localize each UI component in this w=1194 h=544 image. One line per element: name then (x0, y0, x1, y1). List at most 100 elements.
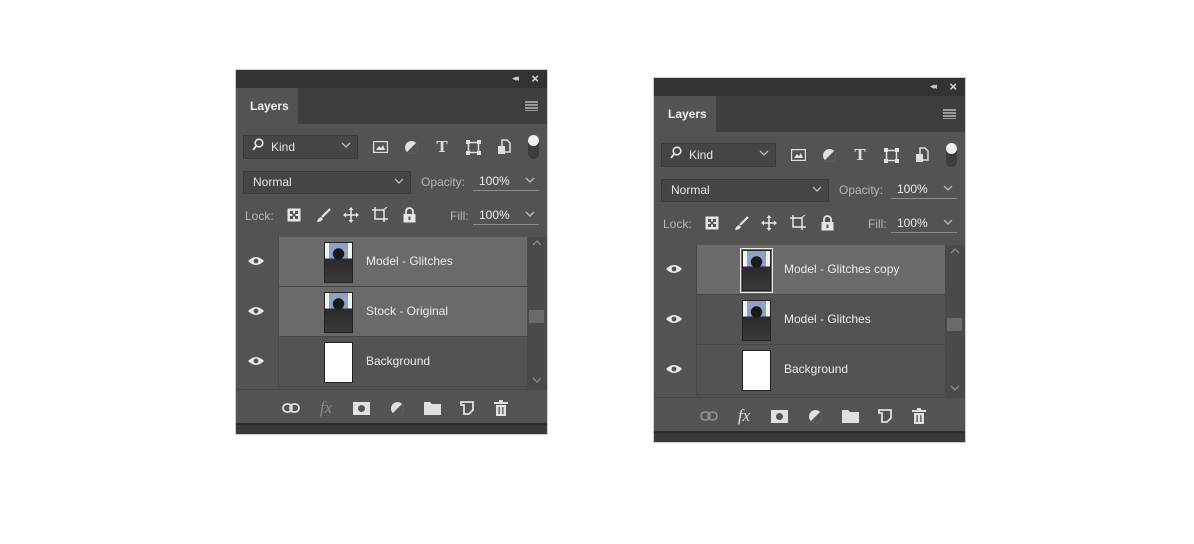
layer-name[interactable]: Background (366, 354, 430, 368)
layer-thumbnail[interactable] (324, 242, 353, 283)
filter-adjustment-layers-icon[interactable] (402, 139, 420, 155)
layer-style-fx-icon[interactable]: fx (735, 406, 753, 425)
scroll-down-icon[interactable] (950, 384, 960, 395)
eye-icon[interactable] (666, 364, 682, 374)
lock-all-icon[interactable] (819, 215, 835, 231)
filter-smart-objects-icon[interactable] (495, 139, 513, 155)
layer-name[interactable]: Model - Glitches (366, 254, 453, 268)
eye-icon[interactable] (666, 314, 682, 324)
layer-body[interactable]: Background (696, 345, 945, 395)
lock-position-icon[interactable] (761, 215, 777, 231)
scrollbar-thumb[interactable] (947, 318, 962, 331)
new-group-folder-icon[interactable] (423, 399, 441, 417)
layer-body[interactable]: Model - Glitches copy (696, 245, 945, 295)
lock-transparent-pixels-icon[interactable] (286, 207, 302, 223)
layer-row[interactable]: Model - Glitches (236, 237, 527, 287)
filter-pixel-layers-icon[interactable] (371, 139, 389, 155)
visibility-toggle[interactable] (654, 245, 696, 295)
layer-name[interactable]: Background (784, 362, 848, 376)
filter-toggle[interactable] (528, 135, 539, 159)
link-layers-icon[interactable] (700, 407, 718, 425)
scroll-up-icon[interactable] (532, 239, 542, 250)
layer-body[interactable]: Model - Glitches (278, 237, 527, 287)
filter-smart-objects-icon[interactable] (913, 147, 931, 163)
panel-menu-icon[interactable] (525, 101, 538, 111)
lock-image-pixels-icon[interactable] (316, 207, 332, 223)
panel-title-bar[interactable]: ◂◂ × (236, 70, 547, 88)
link-layers-icon[interactable] (282, 399, 300, 417)
visibility-toggle[interactable] (236, 287, 278, 337)
visibility-toggle[interactable] (236, 237, 278, 287)
filter-type-layers-icon[interactable]: T (433, 137, 451, 156)
fill-field[interactable]: 100% (473, 206, 539, 225)
layer-row[interactable]: Model - Glitches (654, 295, 945, 345)
chevron-down-icon[interactable] (525, 173, 535, 188)
tab-layers[interactable]: Layers (654, 96, 716, 133)
lock-artboard-icon[interactable] (372, 207, 388, 223)
opacity-field[interactable]: 100% (473, 172, 539, 191)
layer-body[interactable]: Model - Glitches (696, 295, 945, 345)
layer-row[interactable]: Model - Glitches copy (654, 245, 945, 295)
collapse-panel-icon[interactable]: ◂◂ (930, 81, 937, 92)
close-panel-icon[interactable]: × (531, 71, 539, 86)
chevron-down-icon[interactable] (943, 181, 953, 196)
visibility-toggle[interactable] (654, 345, 696, 395)
filter-toggle[interactable] (946, 143, 957, 167)
layer-thumbnail[interactable] (324, 342, 353, 383)
tab-layers[interactable]: Layers (236, 88, 298, 125)
blend-mode-select[interactable]: Normal (243, 171, 411, 194)
lock-image-pixels-icon[interactable] (734, 215, 750, 231)
layer-body[interactable]: Stock - Original (278, 287, 527, 337)
panel-menu-icon[interactable] (943, 109, 956, 119)
visibility-toggle[interactable] (236, 337, 278, 387)
delete-layer-icon[interactable] (910, 407, 928, 425)
eye-icon[interactable] (666, 264, 682, 274)
close-panel-icon[interactable]: × (949, 79, 957, 94)
filter-kind-select[interactable]: Kind (243, 135, 358, 159)
lock-artboard-icon[interactable] (790, 215, 806, 231)
collapse-panel-icon[interactable]: ◂◂ (512, 73, 519, 84)
layers-scrollbar[interactable] (527, 237, 547, 389)
filter-type-layers-icon[interactable]: T (851, 145, 869, 164)
visibility-toggle[interactable] (654, 295, 696, 345)
layer-thumbnail[interactable] (742, 300, 771, 341)
lock-transparent-pixels-icon[interactable] (704, 215, 720, 231)
eye-icon[interactable] (248, 356, 264, 366)
layers-scrollbar[interactable] (945, 245, 965, 397)
scrollbar-thumb[interactable] (529, 310, 544, 323)
layer-body[interactable]: Background (278, 337, 527, 387)
layer-style-fx-icon[interactable]: fx (317, 398, 335, 417)
new-adjustment-layer-icon[interactable] (806, 407, 824, 425)
fill-field[interactable]: 100% (891, 214, 957, 233)
lock-position-icon[interactable] (343, 207, 359, 223)
layer-row[interactable]: Stock - Original (236, 287, 527, 337)
add-layer-mask-icon[interactable] (770, 407, 788, 425)
chevron-down-icon[interactable] (943, 215, 953, 230)
new-group-folder-icon[interactable] (841, 407, 859, 425)
layer-thumbnail[interactable] (740, 248, 773, 293)
filter-pixel-layers-icon[interactable] (789, 147, 807, 163)
eye-icon[interactable] (248, 256, 264, 266)
opacity-field[interactable]: 100% (891, 180, 957, 199)
filter-shape-layers-icon[interactable] (464, 139, 482, 155)
new-layer-icon[interactable] (458, 399, 476, 417)
scroll-up-icon[interactable] (950, 247, 960, 258)
eye-icon[interactable] (248, 306, 264, 316)
layer-row[interactable]: Background (654, 345, 945, 395)
new-adjustment-layer-icon[interactable] (388, 399, 406, 417)
layer-thumbnail[interactable] (324, 292, 353, 333)
lock-all-icon[interactable] (401, 207, 417, 223)
layer-row[interactable]: Background (236, 337, 527, 387)
chevron-down-icon[interactable] (525, 207, 535, 222)
blend-mode-select[interactable]: Normal (661, 179, 829, 202)
scroll-down-icon[interactable] (532, 376, 542, 387)
filter-adjustment-layers-icon[interactable] (820, 147, 838, 163)
filter-shape-layers-icon[interactable] (882, 147, 900, 163)
new-layer-icon[interactable] (876, 407, 894, 425)
layer-thumbnail[interactable] (742, 350, 771, 391)
layer-name[interactable]: Model - Glitches (784, 312, 871, 326)
panel-title-bar[interactable]: ◂◂ × (654, 78, 965, 96)
delete-layer-icon[interactable] (492, 399, 510, 417)
filter-kind-select[interactable]: Kind (661, 143, 776, 167)
layer-name[interactable]: Model - Glitches copy (784, 262, 899, 276)
